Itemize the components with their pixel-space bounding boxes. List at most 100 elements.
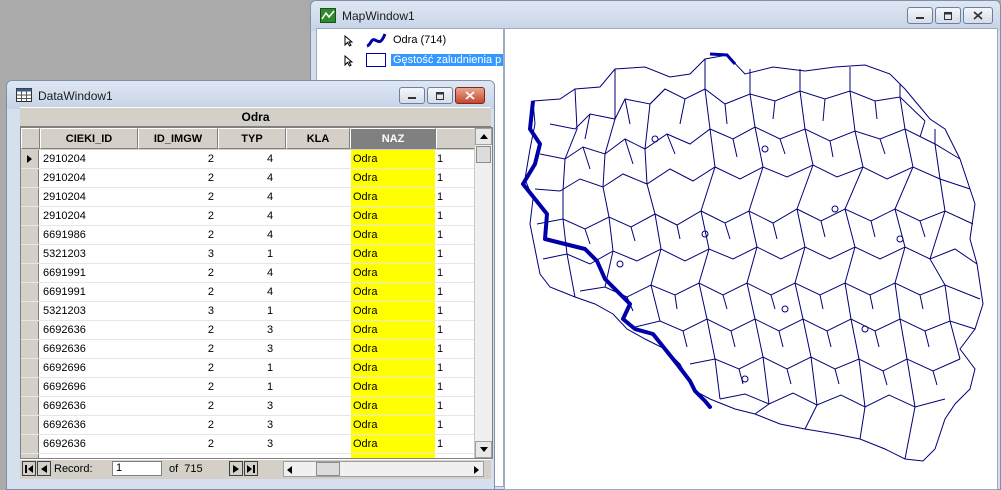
column-header-extra[interactable]	[436, 128, 476, 149]
table-row[interactable]: 66926362 3 Odra1	[21, 321, 492, 340]
row-indicator[interactable]	[21, 245, 39, 263]
cell-naz[interactable]: Odra	[351, 150, 435, 168]
scroll-up-button[interactable]	[475, 128, 492, 145]
cell-extra[interactable]: 1	[437, 378, 457, 396]
map-window-titlebar[interactable]: MapWindow1	[311, 1, 1000, 31]
table-row[interactable]: 66926362 3 Odra1	[21, 397, 492, 416]
column-header-typ[interactable]: TYP	[218, 128, 286, 149]
record-number-input[interactable]: 1	[112, 461, 162, 476]
cell-typ[interactable]: 2	[139, 435, 217, 453]
row-indicator[interactable]	[21, 283, 39, 301]
cell-cieki-id[interactable]: 6692636	[41, 397, 137, 415]
cell-cieki-id[interactable]: 6692636	[41, 321, 137, 339]
table-row[interactable]: 6692696 2 1 Odra 1	[21, 359, 492, 378]
map-canvas[interactable]	[504, 28, 998, 490]
cell-typ[interactable]: 2	[139, 226, 217, 244]
cell-typ[interactable]: 2	[139, 283, 217, 301]
maximize-button[interactable]	[427, 87, 453, 104]
cell-typ[interactable]: 3	[139, 302, 217, 320]
cell-cieki-id[interactable]: 6692636	[41, 340, 137, 358]
row-indicator[interactable]	[21, 302, 39, 320]
cell-extra[interactable]: 1	[437, 435, 457, 453]
cell-cieki-id[interactable]: 6691991	[41, 264, 137, 282]
minimize-button[interactable]	[399, 87, 425, 104]
table-row[interactable]: 66926362 3 Odra1	[21, 416, 492, 435]
table-row[interactable]: 6691986 2 4 Odra 1	[21, 226, 492, 245]
cell-typ[interactable]: 2	[139, 264, 217, 282]
cell-naz[interactable]: Odra	[351, 435, 435, 453]
cell-kla[interactable]: 4	[267, 264, 287, 282]
cell-naz[interactable]: Odra	[351, 321, 435, 339]
row-indicator[interactable]	[21, 264, 39, 282]
cell-extra[interactable]: 1	[437, 169, 457, 187]
cell-typ[interactable]: 2	[139, 150, 217, 168]
row-indicator[interactable]	[21, 435, 39, 453]
previous-record-button[interactable]	[37, 461, 51, 476]
cell-kla[interactable]: 3	[267, 397, 287, 415]
cell-kla[interactable]: 4	[267, 207, 287, 225]
cell-cieki-id[interactable]: 2910204	[41, 169, 137, 187]
cell-naz[interactable]: Odra	[351, 302, 435, 320]
column-header-kla[interactable]: KLA	[286, 128, 350, 149]
cell-typ[interactable]: 2	[139, 169, 217, 187]
row-indicator[interactable]	[21, 226, 39, 244]
cell-kla[interactable]: 3	[267, 340, 287, 358]
cell-kla[interactable]: 1	[267, 245, 287, 263]
row-indicator[interactable]	[21, 359, 39, 377]
table-row[interactable]: 2910204 2 4 Odra 1	[21, 150, 492, 169]
table-row[interactable]: 66926362 3 Odra1	[21, 435, 492, 454]
horizontal-scrollbar[interactable]	[283, 461, 484, 477]
cell-naz[interactable]: Odra	[351, 207, 435, 225]
cell-cieki-id[interactable]: 5321203	[41, 245, 137, 263]
cell-naz[interactable]: Odra	[351, 245, 435, 263]
data-window[interactable]: DataWindow1 Odra CIEKI_ID ID_IMGW TYP KL…	[6, 80, 495, 490]
cell-extra[interactable]: 1	[437, 340, 457, 358]
row-indicator[interactable]	[21, 207, 39, 225]
cell-kla[interactable]: 4	[267, 169, 287, 187]
cell-typ[interactable]: 2	[139, 340, 217, 358]
row-indicator[interactable]	[21, 340, 39, 358]
maximize-button[interactable]	[935, 7, 961, 24]
cell-cieki-id[interactable]: 2910204	[41, 207, 137, 225]
cell-extra[interactable]: 1	[437, 283, 457, 301]
cell-extra[interactable]: 1	[437, 245, 457, 263]
cell-naz[interactable]: Odra	[351, 359, 435, 377]
cell-kla[interactable]: 3	[267, 321, 287, 339]
column-header-cieki-id[interactable]: CIEKI_ID	[40, 128, 138, 149]
hscroll-thumb[interactable]	[316, 462, 340, 476]
layer-row-odra[interactable]: Odra (714)	[317, 32, 503, 50]
row-indicator[interactable]	[21, 416, 39, 434]
cell-cieki-id[interactable]: 2910204	[41, 150, 137, 168]
cell-extra[interactable]: 1	[437, 207, 457, 225]
last-record-button[interactable]	[244, 461, 258, 476]
cell-kla[interactable]: 4	[267, 150, 287, 168]
cell-extra[interactable]: 1	[437, 416, 457, 434]
cell-kla[interactable]: 3	[267, 435, 287, 453]
cell-typ[interactable]: 2	[139, 397, 217, 415]
cell-kla[interactable]: 1	[267, 359, 287, 377]
cell-kla[interactable]: 3	[267, 416, 287, 434]
row-indicator[interactable]	[21, 321, 39, 339]
cell-naz[interactable]: Odra	[351, 397, 435, 415]
cell-kla[interactable]: 4	[267, 283, 287, 301]
cell-typ[interactable]: 3	[139, 245, 217, 263]
scroll-thumb[interactable]	[476, 146, 491, 163]
cell-naz[interactable]: Odra	[351, 283, 435, 301]
cell-kla[interactable]: 4	[267, 188, 287, 206]
row-indicator[interactable]	[21, 150, 39, 168]
first-record-button[interactable]	[22, 461, 36, 476]
close-button[interactable]	[963, 7, 993, 24]
cell-naz[interactable]: Odra	[351, 169, 435, 187]
cell-extra[interactable]: 1	[437, 226, 457, 244]
scroll-down-button[interactable]	[475, 441, 492, 458]
cell-cieki-id[interactable]: 5321203	[41, 302, 137, 320]
cell-kla[interactable]: 1	[267, 302, 287, 320]
cell-naz[interactable]: Odra	[351, 188, 435, 206]
table-row[interactable]: 6692696 2 1 Odra 1	[21, 378, 492, 397]
cell-extra[interactable]: 1	[437, 188, 457, 206]
vertical-scrollbar[interactable]	[474, 128, 492, 458]
table-row[interactable]: 5321203 3 1 Odra 1	[21, 245, 492, 264]
row-indicator[interactable]	[21, 188, 39, 206]
cell-kla[interactable]: 1	[267, 378, 287, 396]
cell-cieki-id[interactable]: 6692696	[41, 359, 137, 377]
